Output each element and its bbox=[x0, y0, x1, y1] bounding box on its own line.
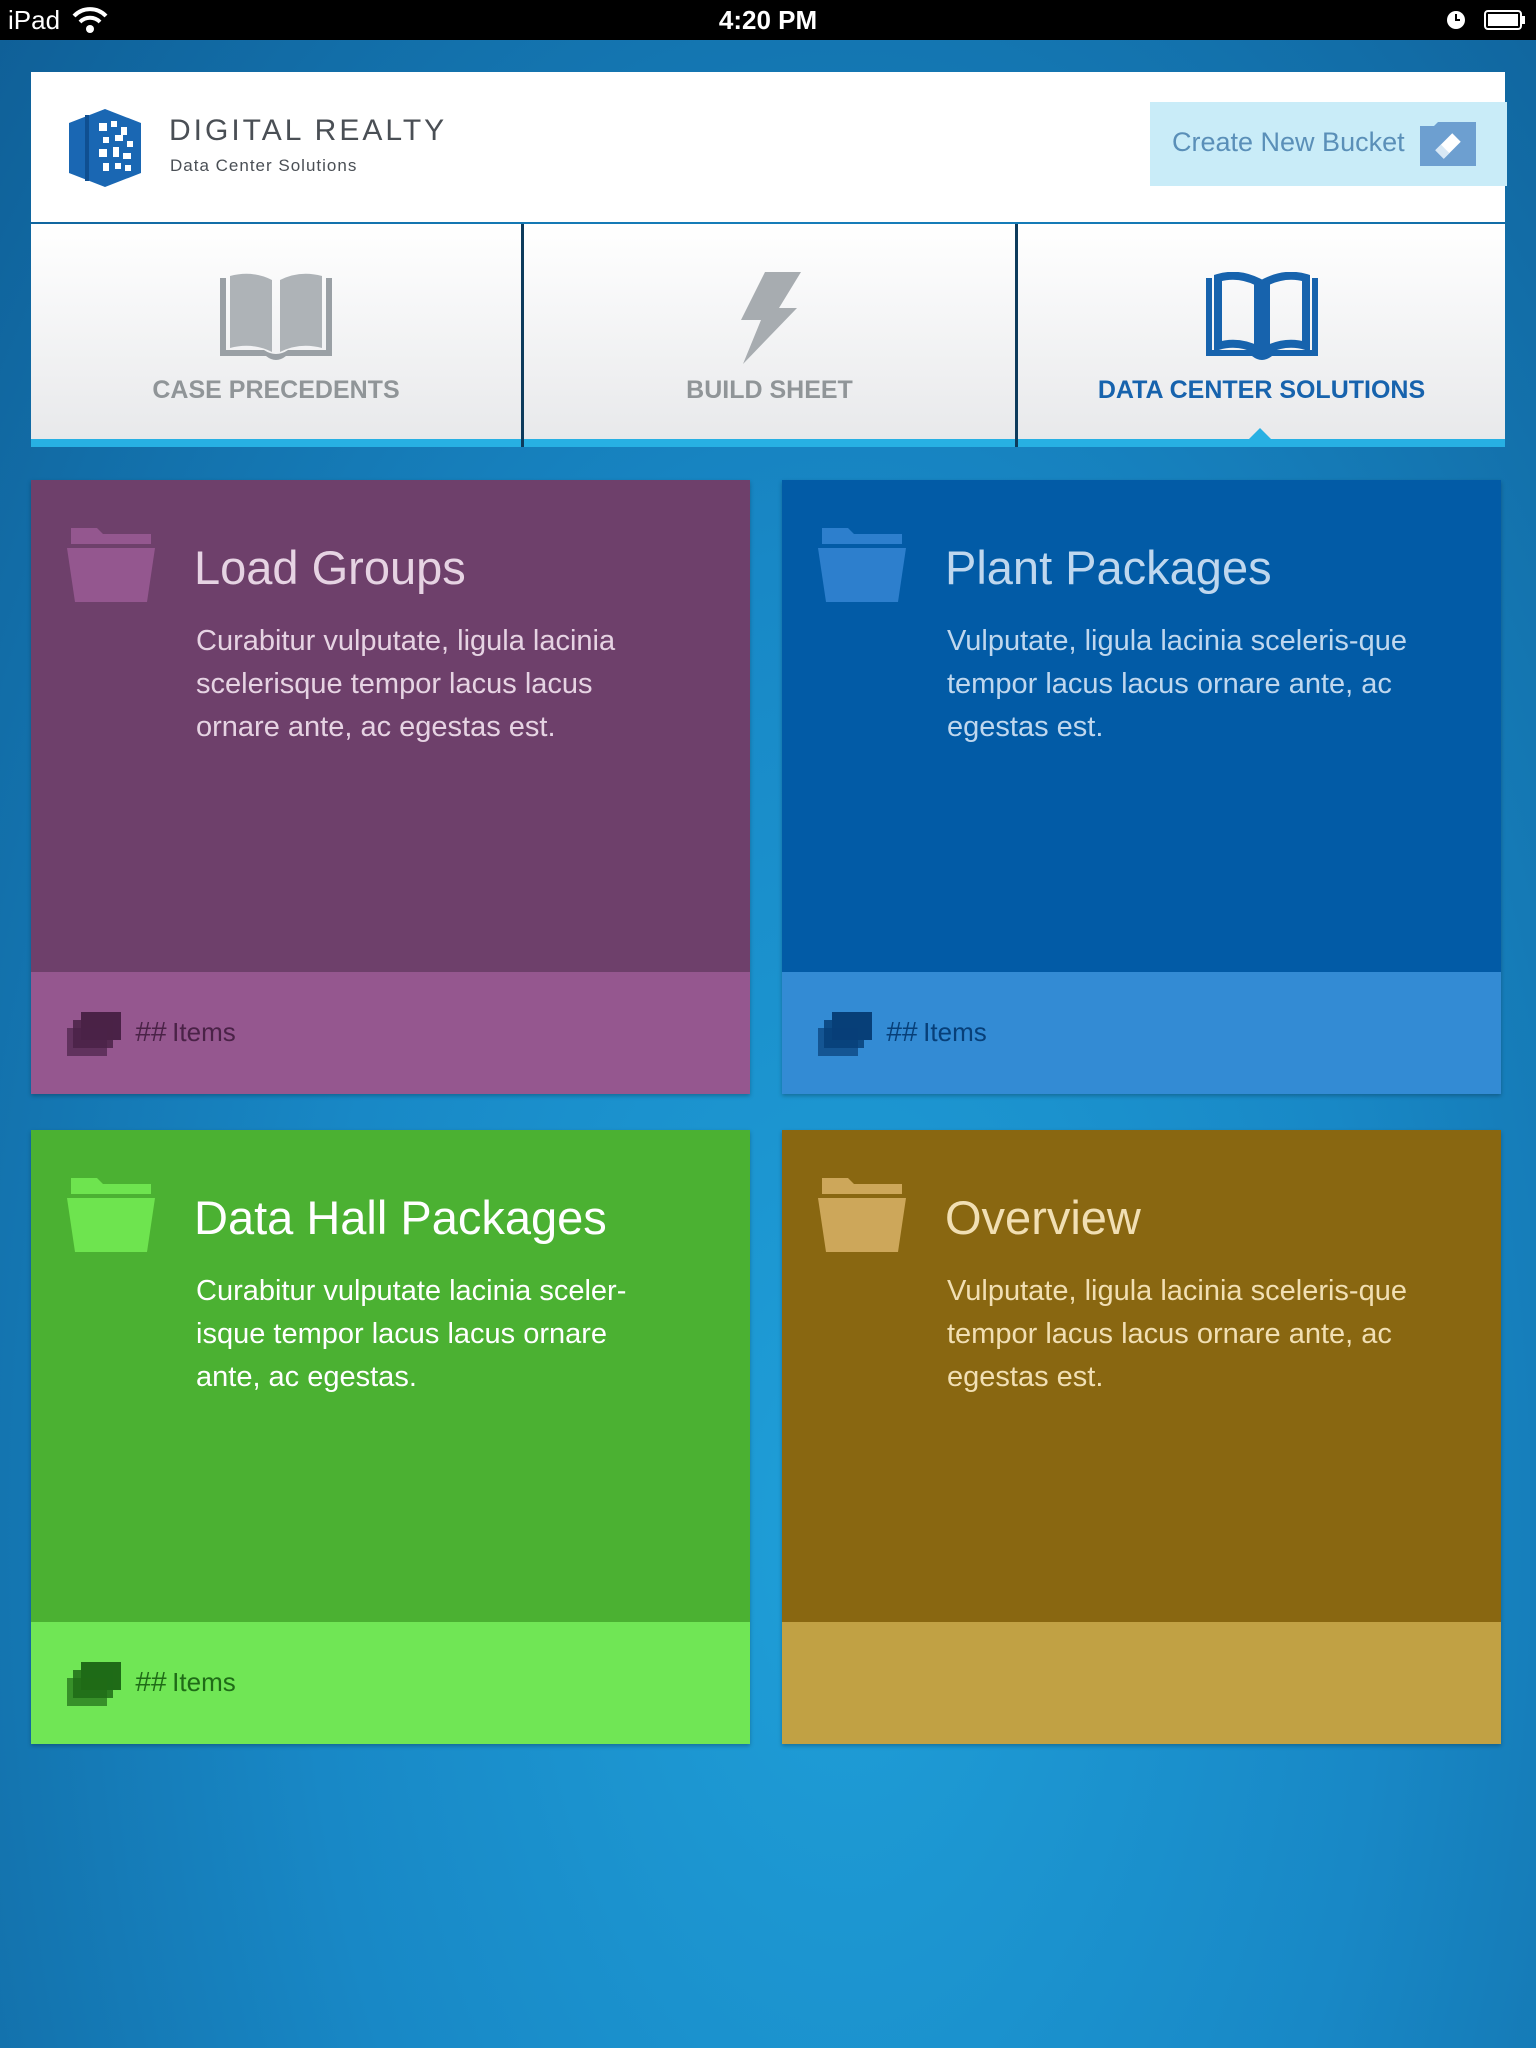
tile-title: Plant Packages bbox=[945, 541, 1272, 594]
tab-build-sheet[interactable]: BUILD SHEET bbox=[524, 224, 1015, 447]
tile-title: Overview bbox=[945, 1191, 1141, 1244]
brand-name: DIGITAL REALTY bbox=[169, 114, 448, 147]
tile-title: Load Groups bbox=[194, 541, 466, 594]
battery-icon bbox=[1484, 10, 1525, 30]
tile-data-hall-packages[interactable]: Data Hall Packages Curabitur vulputate l… bbox=[31, 1130, 750, 1744]
tile-footer: ## Items bbox=[31, 972, 750, 1094]
tab-case-precedents-label: CASE PRECEDENTS bbox=[152, 376, 400, 404]
tile-load-groups[interactable]: Load Groups Curabitur vulputate, ligula … bbox=[31, 480, 750, 1094]
brand-subtitle: Data Center Solutions bbox=[170, 156, 358, 175]
status-bar: iPad 4:20 PM bbox=[0, 0, 1536, 40]
tab-data-center-solutions-label: DATA CENTER SOLUTIONS bbox=[1097, 376, 1426, 404]
folder-icon bbox=[67, 1178, 155, 1252]
app-header: DIGITAL REALTY Data Center Solutions Cre… bbox=[31, 72, 1507, 222]
stack-items-icon bbox=[67, 1012, 121, 1056]
item-count-label: Items bbox=[172, 1017, 236, 1047]
folder-icon bbox=[818, 528, 906, 602]
tab-bar: CASE PRECEDENTS BUILD SHEET DATA CENTER … bbox=[31, 224, 1505, 447]
item-count: ## Items bbox=[135, 1016, 236, 1048]
item-count: ## Items bbox=[886, 1016, 987, 1048]
tile-plant-packages[interactable]: Plant Packages Vulputate, ligula lacinia… bbox=[782, 480, 1501, 1094]
tile-footer: ## Items bbox=[782, 972, 1501, 1094]
item-count-number: ## bbox=[135, 1016, 167, 1047]
tile-title: Data Hall Packages bbox=[194, 1191, 607, 1244]
tile-description: Curabitur vulputate lacinia sceler-isque… bbox=[196, 1275, 627, 1393]
tile-overview[interactable]: Overview Vulputate, ligula lacinia scele… bbox=[782, 1130, 1501, 1744]
tile-description: Vulputate, ligula lacinia sceleris-que t… bbox=[947, 625, 1407, 743]
bucket-eraser-icon bbox=[1420, 122, 1476, 166]
tile-footer bbox=[782, 1622, 1501, 1744]
create-new-bucket-label: Create New Bucket bbox=[1172, 127, 1405, 157]
tile-description: Curabitur vulputate, ligula lacinia scel… bbox=[196, 625, 616, 743]
item-count-label: Items bbox=[172, 1667, 236, 1697]
tile-footer: ## Items bbox=[31, 1622, 750, 1744]
folder-icon bbox=[67, 528, 155, 602]
active-tab-indicator bbox=[1248, 428, 1272, 440]
alarm-icon bbox=[1447, 11, 1465, 29]
tab-build-sheet-label: BUILD SHEET bbox=[686, 376, 853, 404]
tab-case-precedents[interactable]: CASE PRECEDENTS bbox=[31, 224, 521, 447]
tab-data-center-solutions[interactable]: DATA CENTER SOLUTIONS bbox=[1018, 224, 1505, 447]
open-book-icon bbox=[1205, 272, 1318, 360]
stack-items-icon bbox=[818, 1012, 872, 1056]
create-new-bucket-button[interactable]: Create New Bucket bbox=[1150, 102, 1507, 186]
item-count-label: Items bbox=[923, 1017, 987, 1047]
lightning-icon bbox=[740, 272, 801, 364]
folder-icon bbox=[818, 1178, 906, 1252]
item-count-number: ## bbox=[135, 1666, 167, 1697]
item-count: ## Items bbox=[135, 1666, 236, 1698]
book-icon bbox=[220, 273, 332, 360]
clock-time: 4:20 PM bbox=[718, 5, 818, 35]
digital-realty-logo-icon bbox=[69, 109, 141, 187]
tile-description: Vulputate, ligula lacinia sceleris-que t… bbox=[947, 1275, 1407, 1393]
stack-items-icon bbox=[67, 1662, 121, 1706]
item-count-number: ## bbox=[886, 1016, 918, 1047]
